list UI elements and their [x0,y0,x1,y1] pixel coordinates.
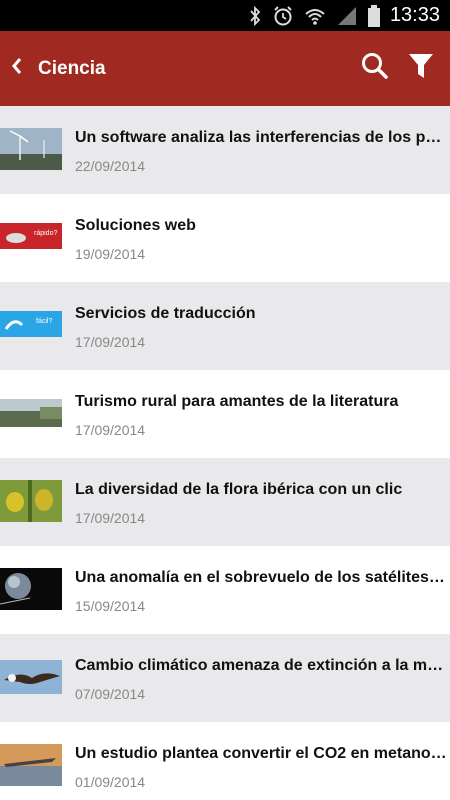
page-title: Ciencia [38,57,106,79]
article-title: Una anomalía en el sobrevuelo de los sat… [75,569,447,586]
article-thumbnail [0,128,62,170]
status-bar: 13:33 [0,0,450,31]
list-item[interactable]: Un software analiza las interferencias d… [0,106,450,194]
article-title: La diversidad de la flora ibérica con un… [75,481,403,498]
article-thumbnail [0,568,62,610]
alarm-icon [272,5,294,27]
filter-icon [408,52,434,85]
chevron-left-icon [11,57,23,80]
article-title: Soluciones web [75,217,196,234]
filter-button[interactable] [398,31,444,106]
signal-icon [336,6,358,26]
bluetooth-icon [248,5,262,26]
article-thumbnail [0,660,62,694]
article-date: 01/09/2014 [75,774,146,790]
article-date: 19/09/2014 [75,246,146,262]
thumbnail-text: fácil? [36,318,52,325]
article-title: Cambio climático amenaza de extinción a … [75,657,447,674]
article-date: 07/09/2014 [75,686,146,702]
app-bar: Ciencia [0,31,450,106]
search-button[interactable] [352,31,398,106]
list-item[interactable]: Un estudio plantea convertir el CO2 en m… [0,722,450,800]
article-thumbnail [0,744,62,786]
list-item[interactable]: rápido? Soluciones web 19/09/2014 [0,194,450,282]
article-date: 17/09/2014 [75,422,146,438]
list-item[interactable]: fácil? Servicios de traducción 17/09/201… [0,282,450,370]
list-item[interactable]: La diversidad de la flora ibérica con un… [0,458,450,546]
article-thumbnail: fácil? [0,311,62,337]
thumbnail-text: rápido? [34,230,57,237]
article-thumbnail: rápido? [0,223,62,249]
article-thumbnail [0,480,62,522]
article-title: Turismo rural para amantes de la literat… [75,393,399,410]
status-time: 13:33 [389,4,440,26]
list-item[interactable]: Una anomalía en el sobrevuelo de los sat… [0,546,450,634]
article-title: Un estudio plantea convertir el CO2 en m… [75,745,447,762]
wifi-icon [304,6,326,26]
article-list: Un software analiza las interferencias d… [0,106,450,800]
article-date: 15/09/2014 [75,598,146,614]
article-date: 17/09/2014 [75,510,146,526]
article-title: Servicios de traducción [75,305,256,322]
article-thumbnail [0,399,62,427]
article-date: 17/09/2014 [75,334,146,350]
battery-icon [367,4,380,27]
list-item[interactable]: Cambio climático amenaza de extinción a … [0,634,450,722]
article-date: 22/09/2014 [75,158,146,174]
search-icon [361,52,389,85]
back-button[interactable] [0,31,34,106]
list-item[interactable]: Turismo rural para amantes de la literat… [0,370,450,458]
article-title: Un software analiza las interferencias d… [75,129,447,146]
